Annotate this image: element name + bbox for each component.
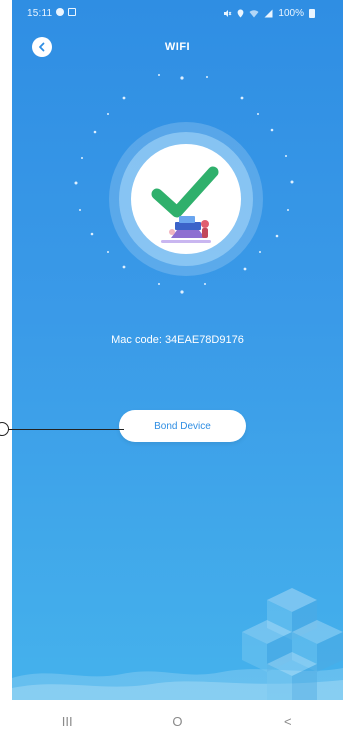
location-icon: [238, 9, 244, 18]
image-icon: [68, 8, 76, 16]
status-left-icons: [56, 8, 76, 16]
sync-icon: [56, 8, 64, 16]
callout-line: [8, 429, 124, 430]
battery-icon: [309, 9, 315, 18]
status-bar: 15:11 100%: [12, 0, 343, 26]
android-nav-bar: III O <: [12, 700, 343, 743]
success-badge: [131, 144, 241, 254]
wifi-icon: [249, 10, 259, 18]
signal-icon: [264, 9, 273, 18]
mac-code-label: Mac code: 34EAE78D9176: [111, 334, 244, 346]
checkmark-icon: [151, 166, 219, 243]
phone-screen: 15:11 100% WIFI Mac code: 34EAE78D9176 B…: [12, 0, 343, 743]
bond-device-button[interactable]: Bond Device: [119, 410, 246, 442]
setup-illustration: [161, 216, 211, 243]
nav-back-button[interactable]: <: [258, 707, 318, 737]
status-right-icons: 100%: [223, 8, 315, 19]
mute-icon: [224, 10, 232, 17]
status-time: 15:11: [27, 8, 53, 19]
battery-percent: 100%: [278, 8, 304, 19]
recents-button[interactable]: III: [37, 707, 97, 737]
callout-marker: [0, 422, 9, 436]
app-screen: 15:11 100% WIFI Mac code: 34EAE78D9176 B…: [12, 0, 343, 700]
page-title: WIFI: [164, 41, 191, 53]
home-button[interactable]: O: [147, 707, 207, 737]
bottom-wave-decoration: [12, 588, 343, 700]
